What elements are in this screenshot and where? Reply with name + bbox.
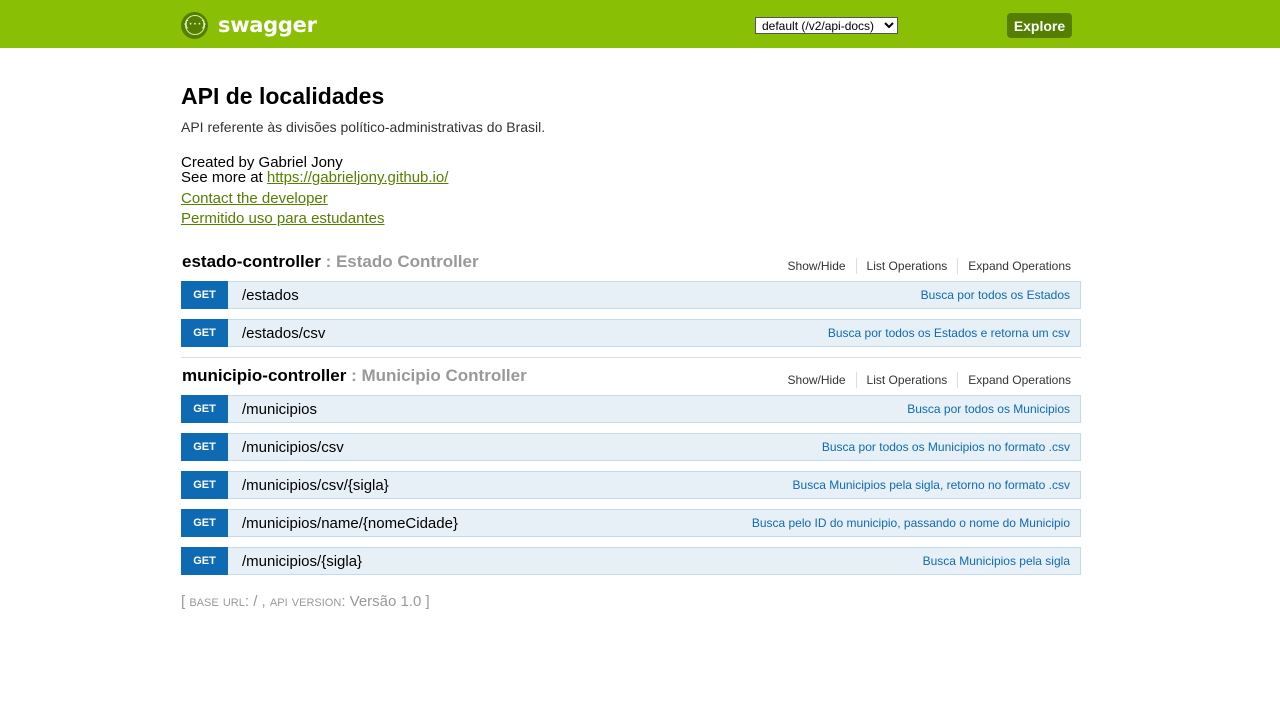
footer-close-bracket: ] [425,593,430,610]
api-title: API de localidades [181,83,385,109]
top-bar: {···} swagger default (/v2/api-docs) Exp… [0,0,1280,48]
operation-get-municipios-sigla[interactable]: GET /municipios/{sigla} Busca Municipios… [181,547,1081,575]
resource-name[interactable]: municipio-controller [182,366,346,385]
method-badge[interactable]: GET [181,395,228,423]
logo-text: swagger [218,13,317,37]
contact-developer-link[interactable]: Contact the developer [181,190,328,207]
swagger-logo[interactable]: {···} swagger [181,11,317,39]
operation-path[interactable]: /estados [242,287,299,304]
resource-actions: Show/Hide List Operations Expand Operati… [788,258,1071,274]
operation-summary[interactable]: Busca por todos os Estados e retorna um … [828,326,1070,340]
api-version-value: : Versão 1.0 [341,593,426,610]
resource-divider [181,357,1081,358]
base-url-label: base url [189,593,245,610]
operation-path[interactable]: /municipios/csv/{sigla} [242,477,389,494]
resource-estado-controller: estado-controller : Estado Controller Sh… [181,252,1081,347]
list-operations-link[interactable]: List Operations [855,258,958,274]
api-footer: [ base url: / , api version: Versão 1.0 … [181,593,430,610]
operation-summary[interactable]: Busca por todos os Estados [921,288,1070,302]
swagger-logo-icon: {···} [181,11,208,39]
resource-heading: municipio-controller : Municipio Control… [181,366,1081,392]
operation-summary[interactable]: Busca Municipios pela sigla [923,554,1070,568]
operation-path[interactable]: /municipios/csv [242,439,344,456]
operation-path[interactable]: /municipios/{sigla} [242,553,362,570]
operation-summary[interactable]: Busca pelo ID do municipio, passando o n… [752,516,1070,530]
explore-button[interactable]: Explore [1007,13,1072,38]
resource-description: : Municipio Controller [346,366,527,385]
show-hide-link[interactable]: Show/Hide [788,372,856,388]
see-more-link[interactable]: https://gabrieljony.github.io/ [267,169,449,186]
method-badge[interactable]: GET [181,319,228,347]
method-badge[interactable]: GET [181,471,228,499]
resource-description: : Estado Controller [320,252,479,271]
operation-path[interactable]: /municipios [242,401,317,418]
operation-path[interactable]: /municipios/name/{nomeCidade} [242,515,458,532]
method-badge[interactable]: GET [181,509,228,537]
operation-summary[interactable]: Busca por todos os Municipios no formato… [822,440,1070,454]
expand-operations-link[interactable]: Expand Operations [957,258,1071,274]
operation-get-municipios-csv-sigla[interactable]: GET /municipios/csv/{sigla} Busca Munici… [181,471,1081,499]
operation-get-municipios-name[interactable]: GET /municipios/name/{nomeCidade} Busca … [181,509,1081,537]
operation-get-estados-csv[interactable]: GET /estados/csv Busca por todos os Esta… [181,319,1081,347]
api-version-label: api version [269,593,342,610]
see-more-prefix: See more at [181,169,267,186]
operation-get-estados[interactable]: GET /estados Busca por todos os Estados [181,281,1081,309]
operation-get-municipios-csv[interactable]: GET /municipios/csv Busca por todos os M… [181,433,1081,461]
resource-municipio-controller: municipio-controller : Municipio Control… [181,366,1081,575]
operation-summary[interactable]: Busca Municipios pela sigla, retorno no … [793,478,1070,492]
resource-name[interactable]: estado-controller [182,252,321,271]
method-badge[interactable]: GET [181,433,228,461]
method-badge[interactable]: GET [181,547,228,575]
base-url-value: : / , [244,593,270,610]
resource-heading: estado-controller : Estado Controller Sh… [181,252,1081,278]
api-description: API referente às divisões político-admin… [181,119,546,135]
license-link[interactable]: Permitido uso para estudantes [181,210,384,227]
resource-title[interactable]: municipio-controller : Municipio Control… [182,366,527,386]
operation-summary[interactable]: Busca por todos os Municipios [907,402,1070,416]
api-author-info: Created by Gabriel Jony See more at http… [181,155,448,185]
operation-get-municipios[interactable]: GET /municipios Busca por todos os Munic… [181,395,1081,423]
list-operations-link[interactable]: List Operations [855,372,958,388]
operation-path[interactable]: /estados/csv [242,325,325,342]
created-by-text: Created by Gabriel Jony [181,154,343,171]
show-hide-link[interactable]: Show/Hide [788,258,856,274]
method-badge[interactable]: GET [181,281,228,309]
api-definition-select[interactable]: default (/v2/api-docs) [755,17,898,34]
resource-title[interactable]: estado-controller : Estado Controller [182,252,479,272]
resource-actions: Show/Hide List Operations Expand Operati… [788,372,1071,388]
expand-operations-link[interactable]: Expand Operations [957,372,1071,388]
